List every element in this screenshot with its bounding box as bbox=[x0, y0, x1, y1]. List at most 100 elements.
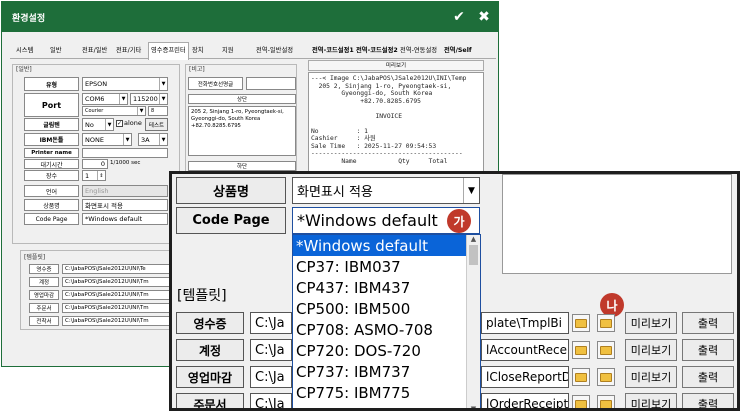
scroll-thumb[interactable] bbox=[469, 245, 478, 265]
codepage-option[interactable]: CP775: IBM775 bbox=[293, 382, 480, 403]
alone-checkbox[interactable]: ✓ bbox=[116, 120, 123, 127]
zoom-callout: 상품명 화면표시 적용 ▼ Code Page *Windows default… bbox=[169, 171, 740, 411]
codepage-option[interactable]: CP437: IBM437 bbox=[293, 277, 480, 298]
template-small-path-2[interactable]: C:\JabaPOS\JSale2012U\INI\Tm bbox=[62, 290, 172, 300]
ibm-select[interactable]: NONE ▼ bbox=[82, 133, 132, 146]
check-icon[interactable]: ✔ bbox=[448, 6, 470, 28]
folder-open-icon[interactable] bbox=[572, 341, 590, 359]
test-button[interactable]: 테스트 bbox=[145, 118, 168, 131]
window-title: 환경설정 bbox=[12, 14, 46, 24]
template-path-receipt-end[interactable]: plate\TmplBi bbox=[481, 312, 569, 334]
chevron-down-icon: ▼ bbox=[123, 134, 131, 145]
ibm-value: NONE bbox=[85, 135, 104, 144]
template-small-label-3: 주문서 bbox=[29, 303, 59, 313]
folder-icon[interactable] bbox=[597, 395, 615, 408]
preview-button-close[interactable]: 미리보기 bbox=[625, 366, 677, 388]
phone-label: 전화번호선명글 bbox=[188, 77, 243, 90]
folder-icon[interactable] bbox=[597, 341, 615, 359]
general-group-label: [일반] bbox=[16, 66, 32, 73]
template-path-close[interactable]: C:\Ja bbox=[250, 366, 292, 388]
density-select[interactable]: No ▼ bbox=[82, 118, 114, 131]
template-small-path-3[interactable]: C:\JabaPOS\JSale2012U\INI\Tm bbox=[62, 303, 172, 313]
lang-select[interactable]: English bbox=[82, 185, 168, 197]
phone-field[interactable] bbox=[246, 77, 296, 90]
template-small-label-2: 영업마감 bbox=[29, 290, 59, 300]
codepage-option[interactable]: CP37: IBM037 bbox=[293, 256, 480, 277]
codepage-value: *Windows default bbox=[297, 211, 438, 230]
tab-global-link[interactable]: 전역-연동설정 bbox=[400, 43, 437, 59]
template-label-close: 영업마감 bbox=[176, 366, 244, 388]
template-path-order-end[interactable]: lOrderReceipt bbox=[481, 393, 569, 408]
chevron-down-icon: ▼ bbox=[137, 107, 145, 115]
tab-system[interactable]: 시스템 bbox=[16, 43, 33, 59]
alone-label: alone bbox=[124, 119, 142, 127]
scroll-up-icon[interactable]: ▲ bbox=[467, 235, 480, 243]
font-size-field[interactable]: 8 bbox=[148, 106, 168, 116]
wait-field[interactable]: 0 bbox=[82, 159, 108, 169]
baud-select[interactable]: 115200 ▼ bbox=[130, 93, 168, 105]
folder-open-icon[interactable] bbox=[572, 368, 590, 386]
tab-slip-general[interactable]: 전표/일반 bbox=[82, 43, 107, 59]
template-path-order[interactable]: C:\Ja bbox=[250, 393, 292, 408]
tab-global-code2[interactable]: 전역-코드설정2 bbox=[356, 43, 398, 59]
folder-icon[interactable] bbox=[597, 314, 615, 332]
codepage-label: Code Page bbox=[176, 207, 286, 234]
template-label-account: 계정 bbox=[176, 339, 244, 361]
print-button-receipt[interactable]: 출력 bbox=[682, 312, 734, 334]
print-button-account[interactable]: 출력 bbox=[682, 339, 734, 361]
codepage-option[interactable]: CP737: IBM737 bbox=[293, 361, 480, 382]
folder-icon[interactable] bbox=[597, 368, 615, 386]
preview-button-receipt[interactable]: 미리보기 bbox=[625, 312, 677, 334]
stepper-icon[interactable]: ⇕ bbox=[97, 171, 105, 180]
folder-open-icon[interactable] bbox=[572, 395, 590, 408]
type-label: 유형 bbox=[24, 77, 79, 91]
tab-support[interactable]: 지원 bbox=[222, 43, 234, 59]
template-path-close-end[interactable]: lCloseReportD bbox=[481, 366, 569, 388]
copies-stepper[interactable]: 1 ⇕ bbox=[82, 170, 106, 181]
template-path-account[interactable]: C:\Ja bbox=[250, 339, 292, 361]
tab-global-general[interactable]: 전역-일반설정 bbox=[256, 43, 293, 59]
tab-general[interactable]: 일반 bbox=[50, 43, 62, 59]
tab-global-code1[interactable]: 전역-코드설정1 bbox=[312, 43, 354, 59]
wait-unit: 1/1000 sec bbox=[110, 160, 141, 166]
printer-name-label: Printer name bbox=[24, 148, 79, 158]
dropdown-scrollbar[interactable]: ▲ ▼ bbox=[466, 235, 480, 408]
preview-button-order[interactable]: 미리보기 bbox=[625, 393, 677, 408]
font-select[interactable]: Courier ▼ bbox=[82, 106, 146, 116]
codepage-option[interactable]: CP720: DOS-720 bbox=[293, 340, 480, 361]
product-label: 상품명 bbox=[176, 177, 286, 204]
type-select[interactable]: EPSON ▼ bbox=[82, 77, 168, 91]
codepage-option[interactable]: CP500: IBM500 bbox=[293, 298, 480, 319]
template-small-path-4[interactable]: C:\JabaPOS\JSale2012U\INI\Tm bbox=[62, 316, 172, 326]
folder-open-icon[interactable] bbox=[572, 314, 590, 332]
top-textarea[interactable]: 205 2, Sinjang 1-ro, Pyeongtaek-si, Gyeo… bbox=[188, 106, 296, 156]
port-select[interactable]: COM6 ▼ bbox=[82, 93, 128, 105]
tab-device[interactable]: 장치 bbox=[192, 43, 204, 59]
codepage-select-small[interactable]: *Windows default bbox=[82, 213, 168, 225]
codepage-dropdown-list[interactable]: *Windows default CP37: IBM037 CP437: IBM… bbox=[292, 234, 481, 408]
preview-title: 미리보기 bbox=[308, 60, 484, 71]
print-button-order[interactable]: 출력 bbox=[682, 393, 734, 408]
printer-name-field[interactable] bbox=[82, 148, 168, 158]
product-select[interactable]: 화면표시 적용 ▼ bbox=[292, 177, 480, 204]
codepage-option[interactable]: CP708: ASMO-708 bbox=[293, 319, 480, 340]
product-select-small[interactable]: 화면표시 적용 bbox=[82, 199, 168, 211]
codepage-option[interactable]: *Windows default bbox=[293, 235, 480, 256]
density-value: No bbox=[85, 120, 94, 129]
template-small-label-4: 전착서 bbox=[29, 316, 59, 326]
print-button-close[interactable]: 출력 bbox=[682, 366, 734, 388]
tab-global-self[interactable]: 전역/Self bbox=[444, 43, 472, 59]
scroll-down-icon[interactable]: ▼ bbox=[467, 405, 480, 408]
ibm-mode-select[interactable]: 3A ▼ bbox=[138, 133, 168, 146]
bottom-label: 하단 bbox=[188, 161, 296, 171]
tab-receipt-printer[interactable]: 영수증프린터 bbox=[148, 42, 189, 60]
chevron-down-icon[interactable]: ▼ bbox=[463, 178, 479, 203]
close-icon[interactable]: ✖ bbox=[473, 6, 495, 28]
template-path-account-end[interactable]: lAccountRecei bbox=[481, 339, 569, 361]
preview-button-account[interactable]: 미리보기 bbox=[625, 339, 677, 361]
template-small-path-0[interactable]: C:\JabaPOS\JSale2012U\INI\Te bbox=[62, 264, 172, 274]
tab-slip-other[interactable]: 전표/기타 bbox=[116, 43, 141, 59]
template-path-receipt[interactable]: C:\Ja bbox=[250, 312, 292, 334]
template-group-small-label: [템플릿] bbox=[24, 254, 46, 261]
template-small-path-1[interactable]: C:\JabaPOS\JSale2012U\INI\Tm bbox=[62, 277, 172, 287]
